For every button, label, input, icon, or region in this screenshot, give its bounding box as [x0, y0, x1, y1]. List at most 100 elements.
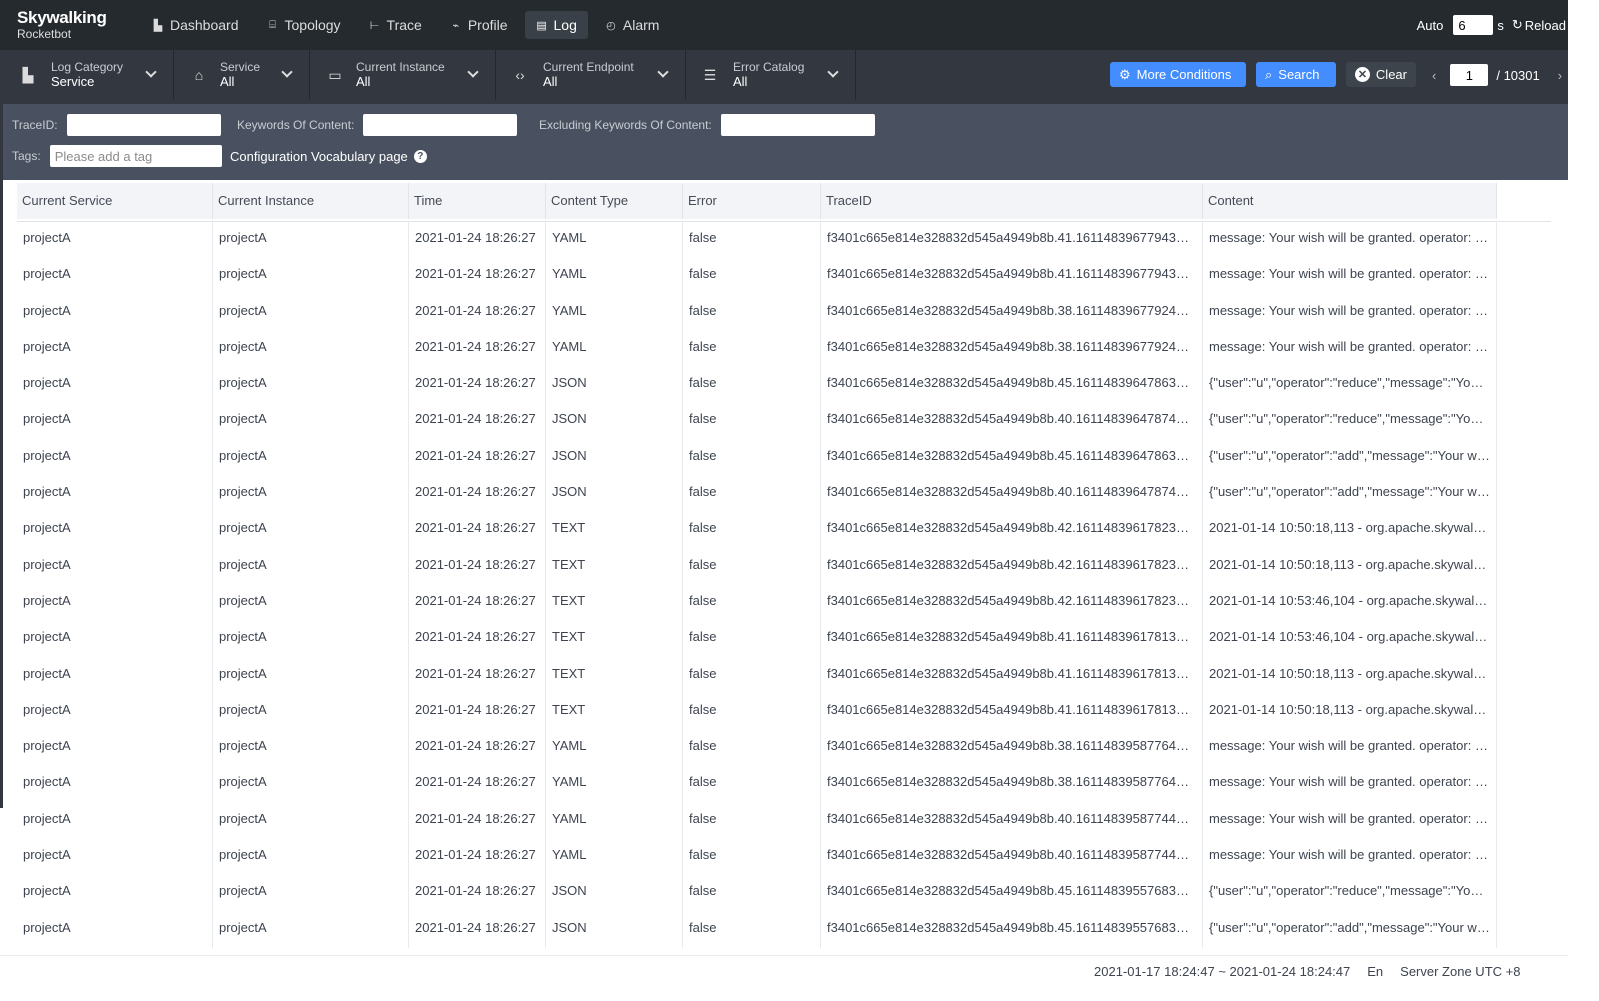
table-cell: TEXT	[546, 548, 683, 585]
table-row[interactable]: projectA projectA 2021-01-24 18:26:27 TEXT f…	[17, 548, 1497, 585]
traceid-input[interactable]	[66, 114, 221, 136]
code-icon: ‹›	[515, 67, 525, 83]
chevron-down-icon	[145, 66, 157, 78]
table-cell: false	[683, 476, 821, 513]
table-cell: message: Your wish will be granted. oper…	[1203, 730, 1497, 767]
table-cell: f3401c665e814e328832d545a4949b8b.41.1611…	[821, 657, 1203, 694]
table-row[interactable]: projectA projectA 2021-01-24 18:26:27 JSON f…	[17, 439, 1497, 477]
table-row[interactable]: projectA projectA 2021-01-24 18:26:27 YAML f…	[17, 802, 1497, 840]
page-total: / 10301	[1496, 67, 1540, 83]
app-subtitle: Rocketbot	[17, 27, 72, 41]
excluding-keywords-input[interactable]	[720, 114, 875, 136]
topology-icon: ⌸	[269, 18, 276, 31]
table-row[interactable]: projectA projectA 2021-01-24 18:26:27 TEXT f…	[17, 657, 1497, 694]
table-cell: f3401c665e814e328832d545a4949b8b.45.1611…	[821, 875, 1203, 912]
table-row[interactable]: projectA projectA 2021-01-24 18:26:27 TEXT f…	[17, 621, 1497, 658]
more-conditions-button[interactable]: ⚙ More Conditions	[1110, 62, 1246, 87]
next-page-icon[interactable]: ›	[1558, 68, 1562, 83]
app-name: Skywalking	[17, 8, 107, 27]
table-cell: projectA	[17, 439, 213, 477]
error-catalog-select[interactable]: ☰ Error Catalog All	[686, 50, 856, 100]
table-cell: 2021-01-14 10:53:46,104 - org.apache.sky…	[1203, 584, 1497, 622]
table-header: Current Service Current Instance Time Conte…	[17, 183, 1497, 219]
table-row[interactable]: projectA projectA 2021-01-24 18:26:27 TEXT f…	[17, 512, 1497, 549]
table-cell: false	[683, 294, 821, 331]
time-range[interactable]: 2021-01-17 18:24:47 ~ 2021-01-24 18:24:4…	[1094, 964, 1350, 979]
nav-item-profile[interactable]: ⌁ Profile	[439, 11, 519, 39]
excluding-keywords-label: Excluding Keywords Of Content:	[539, 118, 712, 132]
endpoint-select[interactable]: ‹› Current Endpoint All	[496, 50, 686, 100]
table-cell: false	[683, 439, 821, 477]
table-row[interactable]: projectA projectA 2021-01-24 18:26:27 YAML f…	[17, 222, 1497, 259]
table-row[interactable]: projectA projectA 2021-01-24 18:26:27 JSON f…	[17, 875, 1497, 912]
table-cell: 2021-01-14 10:53:46,104 - org.apache.sky…	[1203, 621, 1497, 658]
auto-unit: s	[1497, 17, 1504, 33]
table-cell: projectA	[213, 802, 409, 840]
nav-item-log[interactable]: ▤ Log	[524, 11, 588, 39]
table-cell: projectA	[213, 693, 409, 731]
table-row[interactable]: projectA projectA 2021-01-24 18:26:27 JSON f…	[17, 911, 1497, 948]
filter-label: Service	[220, 60, 261, 74]
lock-icon: ⌂	[194, 67, 204, 83]
clear-button[interactable]: ✕ Clear	[1346, 62, 1416, 87]
table-row[interactable]: projectA projectA 2021-01-24 18:26:27 YAML f…	[17, 766, 1497, 803]
table-cell: projectA	[17, 621, 213, 658]
table-cell: YAML	[546, 730, 683, 767]
table-cell: false	[683, 367, 821, 404]
table-cell: projectA	[17, 294, 213, 331]
table-cell: YAML	[546, 294, 683, 331]
filter-value: Service	[51, 74, 95, 89]
table-row[interactable]: projectA projectA 2021-01-24 18:26:27 TEXT f…	[17, 584, 1497, 622]
nav-item-alarm[interactable]: ◴ Alarm	[594, 11, 671, 39]
instance-select[interactable]: ▭ Current Instance All	[310, 50, 496, 100]
table-row[interactable]: projectA projectA 2021-01-24 18:26:27 JSON f…	[17, 403, 1497, 440]
table-cell: projectA	[17, 693, 213, 731]
more-conditions-label: More Conditions	[1136, 67, 1232, 82]
logo[interactable]: Skywalking Rocketbot	[17, 8, 107, 42]
tags-input[interactable]	[49, 145, 222, 167]
column-header: TraceID	[821, 183, 1203, 219]
table-cell: 2021-01-24 18:26:27	[409, 584, 546, 622]
auto-interval-input[interactable]	[1453, 15, 1494, 35]
clear-label: Clear	[1375, 67, 1407, 82]
table-row[interactable]: projectA projectA 2021-01-24 18:26:27 JSON f…	[17, 476, 1497, 513]
prev-page-icon[interactable]: ‹	[1432, 68, 1436, 83]
nav-item-topology[interactable]: ⌸ Topology	[256, 11, 352, 39]
table-row[interactable]: projectA projectA 2021-01-24 18:26:27 YAML f…	[17, 839, 1497, 876]
reload-button[interactable]: ↻ Reload	[1512, 17, 1566, 33]
pagination: ‹ / 10301 ›	[1432, 64, 1562, 86]
table-row[interactable]: projectA projectA 2021-01-24 18:26:27 YAML f…	[17, 730, 1497, 767]
vocabulary-label: Configuration Vocabulary page	[230, 149, 408, 164]
page-input[interactable]	[1450, 64, 1489, 86]
table-cell: {"user":"u","operator":"add","message":"…	[1203, 476, 1497, 513]
table-cell: f3401c665e814e328832d545a4949b8b.40.1611…	[821, 476, 1203, 513]
nav-item-label: Profile	[467, 17, 508, 33]
nav-item-trace[interactable]: ⊢ Trace	[358, 11, 433, 39]
reload-label: Reload	[1524, 17, 1566, 33]
table-cell: projectA	[17, 730, 213, 767]
language-toggle[interactable]: En	[1367, 964, 1383, 979]
vocabulary-link[interactable]: Configuration Vocabulary page ?	[230, 149, 427, 164]
table-cell: false	[683, 548, 821, 585]
table-row[interactable]: projectA projectA 2021-01-24 18:26:27 YAML f…	[17, 330, 1497, 368]
table-row[interactable]: projectA projectA 2021-01-24 18:26:27 YAML f…	[17, 258, 1497, 295]
search-button[interactable]: ⌕ Search	[1256, 62, 1336, 87]
keywords-input[interactable]	[363, 114, 518, 136]
nav-item-dashboard[interactable]: ▙ Dashboard	[141, 11, 250, 39]
auto-label[interactable]: Auto	[1417, 18, 1444, 33]
service-select[interactable]: ⌂ Service All	[174, 50, 310, 100]
column-header: Content	[1203, 183, 1497, 219]
table-row[interactable]: projectA projectA 2021-01-24 18:26:27 JSON f…	[17, 367, 1497, 404]
table-cell: projectA	[213, 439, 409, 477]
server-zone[interactable]: Server Zone UTC +8	[1400, 964, 1520, 979]
table-row[interactable]: projectA projectA 2021-01-24 18:26:27 YAML f…	[17, 294, 1497, 331]
keywords-condition: Keywords Of Content:	[237, 114, 518, 136]
table-cell: projectA	[17, 330, 213, 368]
table-cell: false	[683, 621, 821, 658]
log-category-select[interactable]: ▙ Log Category Service	[0, 50, 174, 100]
table-row[interactable]: projectA projectA 2021-01-24 18:26:27 TEXT f…	[17, 693, 1497, 731]
table-cell: 2021-01-24 18:26:27	[409, 403, 546, 440]
table-cell: projectA	[213, 222, 409, 259]
table-cell: projectA	[17, 911, 213, 948]
table-cell: message: Your wish will be granted. oper…	[1203, 766, 1497, 803]
